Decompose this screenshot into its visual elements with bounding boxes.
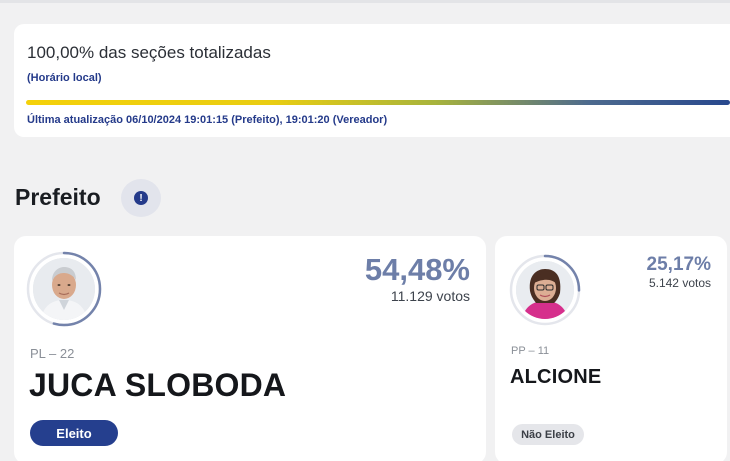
totalization-title: 100,00% das seções totalizadas [27,43,271,62]
candidate-name: ALCIONE [510,366,602,388]
top-divider [0,0,730,3]
status-badge-not-elected: Não Eleito [512,424,584,445]
candidate-percentage: 54,48% [364,252,470,287]
totalization-progress-bar [26,100,730,105]
candidate-card-1[interactable]: 54,48% 11.129 votos PL – 22 JUCA SLOBODA… [14,236,486,461]
section-title-prefeito: Prefeito [15,184,101,210]
candidate-percentage: 25,17% [646,254,711,275]
candidate-photo [33,258,95,320]
candidate-photo [516,261,574,319]
candidate-avatar-ring [25,250,103,328]
candidate-card-2[interactable]: 25,17% 5.142 votos PP – 11 ALCIONE Não E… [495,236,727,461]
info-icon: ! [134,191,148,205]
candidate-votes: 5.142 votos [648,276,711,290]
candidate-votes: 11.129 votos [390,288,470,304]
candidate-party: PL – 22 [30,346,75,361]
candidate-name: JUCA SLOBODA [29,367,287,403]
candidate-party: PP – 11 [511,345,550,357]
last-update-text: Última atualização 06/10/2024 19:01:15 (… [27,114,388,126]
local-time-note: (Horário local) [27,72,102,84]
candidate-portrait [516,261,574,319]
totalization-status-card: 100,00% das seções totalizadas (Horário … [14,24,730,137]
candidate-avatar-ring [508,253,582,327]
info-button[interactable]: ! [121,179,161,217]
status-badge-elected: Eleito [30,420,118,446]
progress-fill [26,100,730,105]
candidate-portrait [33,258,95,320]
